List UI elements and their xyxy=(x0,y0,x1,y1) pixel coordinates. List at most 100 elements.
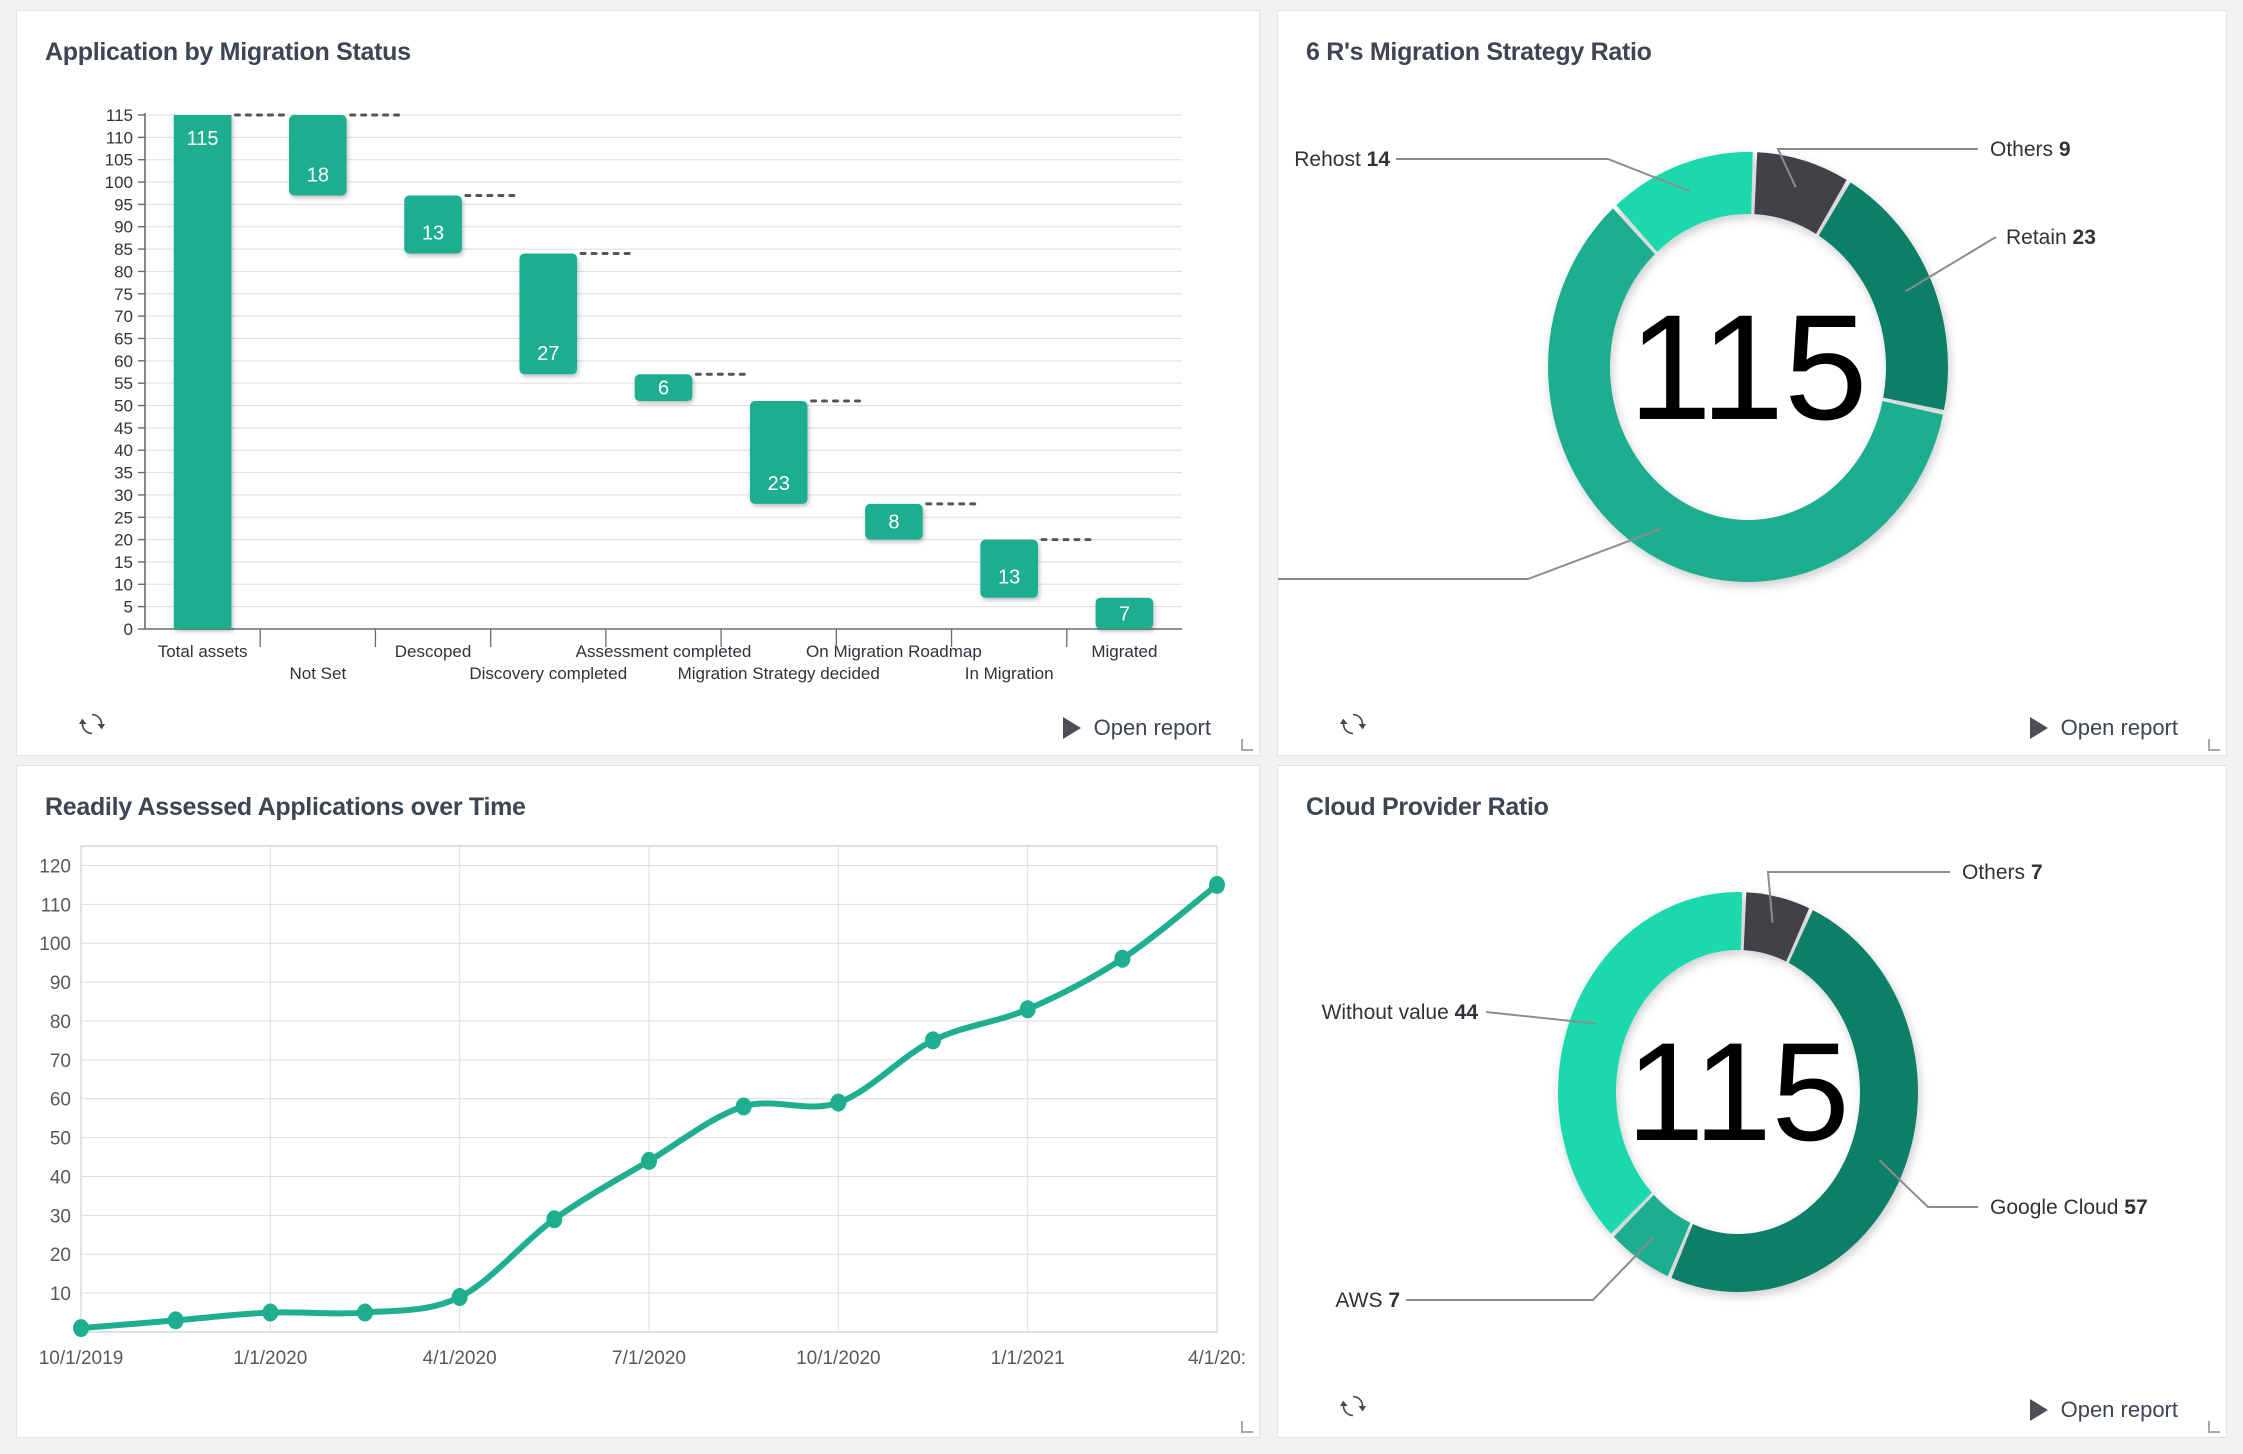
resize-handle[interactable] xyxy=(2208,1421,2220,1433)
svg-text:8: 8 xyxy=(888,511,899,533)
svg-text:85: 85 xyxy=(114,240,133,259)
svg-text:75: 75 xyxy=(114,284,133,303)
card-footer-2: Open report xyxy=(1278,693,2226,755)
resize-handle[interactable] xyxy=(1241,739,1253,751)
card-title-cloud-provider-ratio: Cloud Provider Ratio xyxy=(1306,793,1549,821)
svg-text:On Migration Roadmap: On Migration Roadmap xyxy=(806,642,982,661)
svg-text:Google Cloud 57: Google Cloud 57 xyxy=(1990,1196,2148,1219)
line-chart-body: 10 20 30 40 50 60 70 80 90 100 110 120 10/1/2019 1/1/… xyxy=(17,822,1259,1422)
waterfall-chart-body: 0 5 10 15 20 25 30 35 40 45 50 55 60 65 70 75 80 85 90 95 10… xyxy=(17,67,1259,707)
svg-text:10/1/2019: 10/1/2019 xyxy=(39,1348,124,1369)
svg-text:7: 7 xyxy=(1119,603,1130,625)
svg-text:Without value 44: Without value 44 xyxy=(1322,1001,1479,1024)
donut-chart-body-1: 115Others 9Retain 23Replatform 69Rehost … xyxy=(1278,67,2226,694)
svg-text:35: 35 xyxy=(114,463,133,482)
svg-text:Others 7: Others 7 xyxy=(1962,861,2043,884)
cell-cloud-provider-ratio: Cloud Provider Ratio 115 Others 7 Google C… xyxy=(1269,765,2243,1454)
svg-text:100: 100 xyxy=(105,173,133,192)
cell-application-by-migration-status: Application by Migration Status 0 5 10 15 20… xyxy=(0,0,1269,765)
svg-text:115: 115 xyxy=(1628,283,1867,451)
dashboard-grid: Application by Migration Status 0 5 10 15 20… xyxy=(0,0,2243,1454)
svg-text:90: 90 xyxy=(50,973,71,994)
svg-text:Descoped: Descoped xyxy=(395,642,472,661)
card-footer-3 xyxy=(17,1421,1259,1438)
svg-text:Migrated: Migrated xyxy=(1091,642,1157,661)
card-footer-1: Open report xyxy=(17,707,1259,756)
open-report-label: Open report xyxy=(2060,715,2178,740)
svg-text:Not Set: Not Set xyxy=(289,664,346,683)
svg-text:6: 6 xyxy=(658,377,669,399)
card-title-six-rs-migration-strategy-ratio: 6 R's Migration Strategy Ratio xyxy=(1306,38,1652,66)
open-report-label: Open report xyxy=(1093,715,1211,740)
svg-text:115: 115 xyxy=(1626,1013,1849,1170)
open-report-button-1[interactable]: Open report xyxy=(1062,715,1211,741)
refresh-icon[interactable] xyxy=(1340,711,1366,737)
cell-six-rs-migration-strategy-ratio: 6 R's Migration Strategy Ratio 115 Others… xyxy=(1269,0,2243,765)
line-chart[interactable]: 10 20 30 40 50 60 70 80 90 100 110 120 10/1/2019 1/1/… xyxy=(17,822,1247,1422)
svg-text:70: 70 xyxy=(114,307,133,326)
card-application-by-migration-status: Application by Migration Status 0 5 10 15 20… xyxy=(16,10,1260,756)
svg-text:30: 30 xyxy=(50,1206,71,1227)
svg-text:1/1/2020: 1/1/2020 xyxy=(233,1348,307,1369)
svg-text:95: 95 xyxy=(114,195,133,214)
svg-text:105: 105 xyxy=(105,150,133,169)
open-report-button-2[interactable]: Open report xyxy=(2029,715,2178,741)
svg-text:10/1/2020: 10/1/2020 xyxy=(796,1348,881,1369)
svg-text:70: 70 xyxy=(50,1050,71,1071)
donut-chart-cloud-provider[interactable]: 115 Others 7 Google Cloud 57 AWS 7 Without v… xyxy=(1278,822,2218,1382)
card-title-application-by-migration-status: Application by Migration Status xyxy=(45,38,411,66)
play-icon xyxy=(2029,1399,2048,1421)
card-title-readily-assessed-applications-over-time: Readily Assessed Applications over Time xyxy=(45,793,526,821)
refresh-icon[interactable] xyxy=(79,711,105,737)
svg-text:5: 5 xyxy=(124,597,133,616)
svg-text:50: 50 xyxy=(114,396,133,415)
svg-text:Others 9: Others 9 xyxy=(1990,138,2071,161)
svg-text:23: 23 xyxy=(768,472,790,494)
svg-text:120: 120 xyxy=(39,856,71,877)
play-icon xyxy=(2029,717,2048,739)
svg-text:18: 18 xyxy=(307,164,329,186)
svg-text:Retain 23: Retain 23 xyxy=(2006,226,2096,249)
open-report-label: Open report xyxy=(2060,1397,2178,1422)
svg-text:13: 13 xyxy=(998,566,1020,588)
svg-text:Rehost 14: Rehost 14 xyxy=(1294,148,1390,171)
svg-text:Assessment completed: Assessment completed xyxy=(576,642,752,661)
svg-text:Total assets: Total assets xyxy=(158,642,248,661)
svg-text:20: 20 xyxy=(50,1245,71,1266)
svg-text:65: 65 xyxy=(114,329,133,348)
card-six-rs-migration-strategy-ratio: 6 R's Migration Strategy Ratio 115 Others… xyxy=(1277,10,2227,756)
svg-text:10: 10 xyxy=(50,1284,71,1305)
svg-text:30: 30 xyxy=(114,485,133,504)
svg-text:7/1/2020: 7/1/2020 xyxy=(612,1348,686,1369)
open-report-button-4[interactable]: Open report xyxy=(2029,1397,2178,1423)
svg-text:13: 13 xyxy=(422,222,444,244)
donut-chart-six-rs[interactable]: 115Others 9Retain 23Replatform 69Rehost … xyxy=(1278,67,2218,687)
svg-text:80: 80 xyxy=(50,1011,71,1032)
svg-text:25: 25 xyxy=(114,508,133,527)
svg-text:4/1/20:: 4/1/20: xyxy=(1188,1348,1246,1369)
svg-text:AWS 7: AWS 7 xyxy=(1335,1289,1400,1312)
waterfall-chart[interactable]: 0 5 10 15 20 25 30 35 40 45 50 55 60 65 70 75 80 85 90 95 10… xyxy=(17,67,1247,707)
card-readily-assessed-applications-over-time: Readily Assessed Applications over Time … xyxy=(16,765,1260,1438)
svg-text:27: 27 xyxy=(537,343,559,365)
resize-handle[interactable] xyxy=(1241,1421,1253,1433)
svg-text:20: 20 xyxy=(114,530,133,549)
svg-text:0: 0 xyxy=(124,620,133,639)
svg-text:60: 60 xyxy=(50,1089,71,1110)
svg-text:110: 110 xyxy=(41,895,71,916)
svg-text:In Migration: In Migration xyxy=(965,664,1054,683)
svg-text:4/1/2020: 4/1/2020 xyxy=(423,1348,497,1369)
svg-text:1/1/2021: 1/1/2021 xyxy=(991,1348,1065,1369)
card-footer-4: Open report xyxy=(1278,1382,2226,1438)
svg-text:115: 115 xyxy=(187,128,219,150)
svg-text:40: 40 xyxy=(50,1167,71,1188)
svg-text:80: 80 xyxy=(114,262,133,281)
svg-text:55: 55 xyxy=(114,374,133,393)
svg-text:40: 40 xyxy=(114,441,133,460)
resize-handle[interactable] xyxy=(2208,739,2220,751)
refresh-icon[interactable] xyxy=(1340,1393,1366,1419)
card-cloud-provider-ratio: Cloud Provider Ratio 115 Others 7 Google C… xyxy=(1277,765,2227,1438)
play-icon xyxy=(1062,717,1081,739)
svg-text:45: 45 xyxy=(114,418,133,437)
svg-text:50: 50 xyxy=(50,1128,71,1149)
